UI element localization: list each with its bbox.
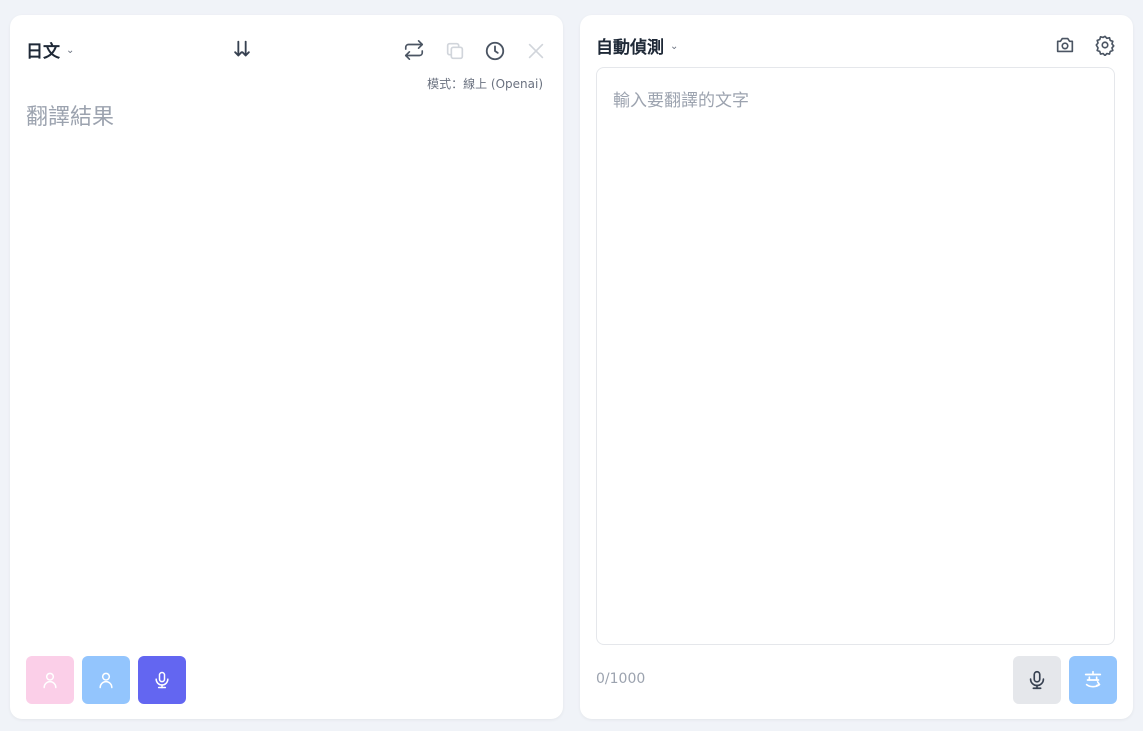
target-language-label: 日文 [26,42,60,62]
gear-icon [1095,35,1115,56]
chevron-down-icon: ⌄ [66,45,75,56]
character-count: 0/1000 [596,671,646,687]
person-icon [43,672,57,689]
mode-status-text: 模式：線上 (Openai) [427,77,543,91]
voice-input-button[interactable] [1013,656,1061,704]
switch-button[interactable] [402,38,426,62]
settings-button[interactable] [1093,33,1117,57]
source-language-select[interactable]: 自動偵測 ⌄ [596,33,678,58]
repeat-icon [404,40,424,60]
clear-button[interactable] [524,39,548,63]
source-text-box [596,67,1115,645]
translation-result-placeholder: 翻譯結果 [26,105,115,130]
arrow-down-up-icon [234,40,250,57]
source-text-input[interactable] [597,68,1114,644]
person-icon [99,672,113,689]
microphone-icon [1029,670,1045,690]
translate-button[interactable] [1069,656,1117,704]
clock-icon [485,41,505,61]
male-voice-button[interactable] [82,656,130,704]
microphone-button[interactable] [138,656,186,704]
target-language-select[interactable]: 日文 ⌄ [26,37,74,62]
history-button[interactable] [483,39,507,63]
close-icon [528,43,544,59]
camera-icon [1056,37,1074,53]
microphone-icon [155,671,169,689]
copy-button[interactable] [443,39,467,63]
swap-languages-button[interactable] [230,37,254,61]
copy-icon [446,42,464,60]
source-input-panel: 自動偵測 ⌄ 0/1000 [580,15,1133,719]
camera-button[interactable] [1053,33,1077,57]
chevron-down-icon: ⌄ [670,41,679,52]
translation-result-panel: 日文 ⌄ 模式：線上 (Openai) 翻譯結果 [10,15,563,719]
source-language-label: 自動偵測 [596,38,664,58]
female-voice-button[interactable] [26,656,74,704]
translate-icon [1084,670,1102,688]
